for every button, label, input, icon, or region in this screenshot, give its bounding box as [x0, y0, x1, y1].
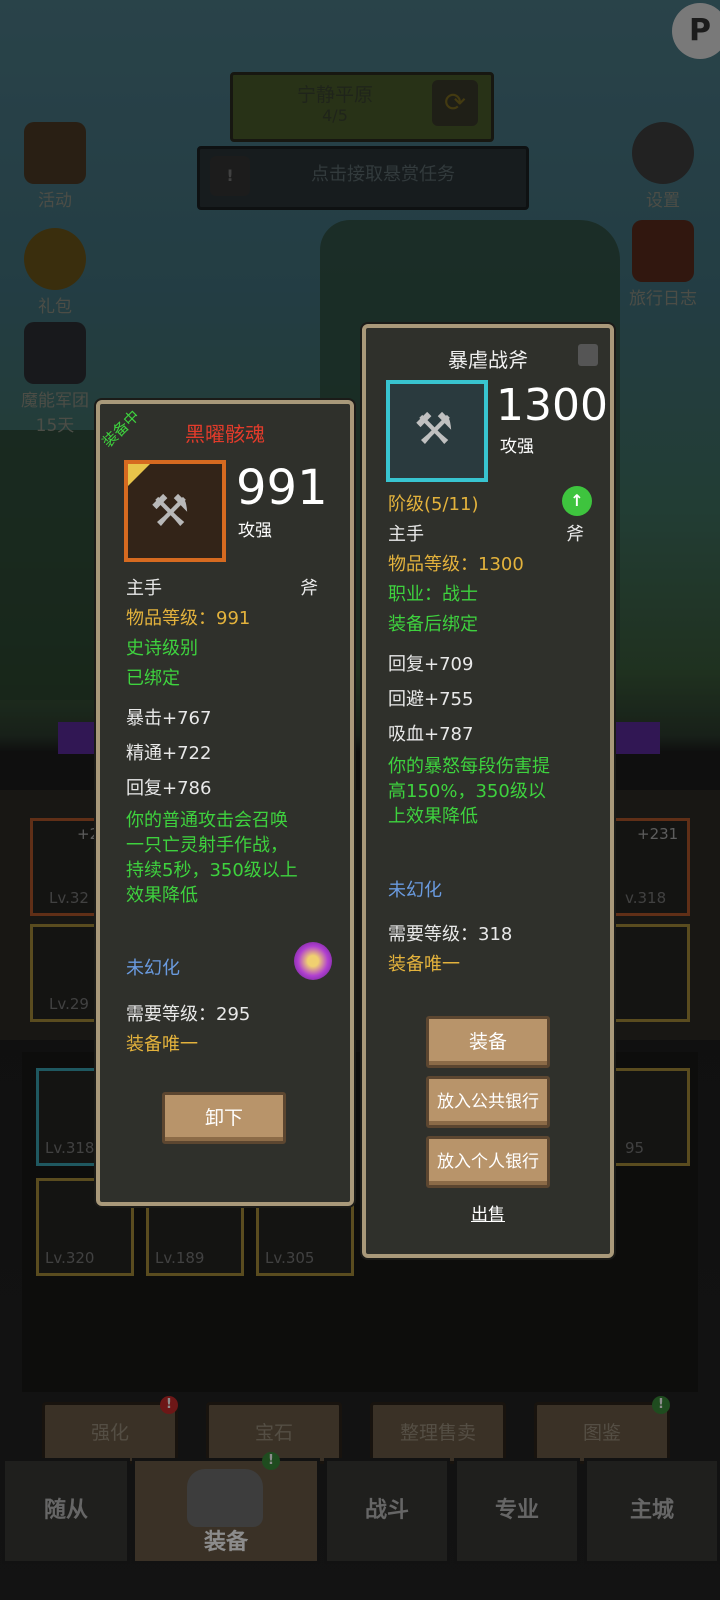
item-icon-frame: ⚒ — [386, 380, 488, 482]
public-bank-button[interactable]: 放入公共银行 — [426, 1076, 550, 1128]
item-type: 斧 — [300, 578, 318, 599]
new-item-panel: 暴虐战斧 ⚒ 1300 攻强 阶级(5/11) ↑ 主手 斧 物品等级：1300… — [362, 324, 614, 1258]
axe-icon: ⚒ — [414, 404, 454, 455]
stat-line: 精通+722 — [126, 743, 212, 764]
unique-note: 装备唯一 — [126, 1034, 198, 1055]
transmog-status: 未幻化 — [126, 958, 180, 979]
sell-link[interactable]: 出售 — [366, 1200, 610, 1225]
item-bound: 已绑定 — [126, 668, 180, 689]
stat-line: 回复+786 — [126, 778, 212, 799]
item-icon-frame: ⚒ — [124, 460, 226, 562]
item-power-label: 攻强 — [500, 437, 534, 457]
stat-line: 暴击+767 — [126, 708, 212, 729]
required-level: 需要等级：318 — [388, 924, 513, 945]
item-type: 斧 — [566, 524, 584, 545]
item-level: 物品等级：991 — [126, 608, 251, 629]
item-rarity: 史诗级别 — [126, 638, 198, 659]
item-effect: 你的暴怒每段伤害提高150%，350级以上效果降低 — [388, 756, 550, 827]
item-power: 991 — [236, 460, 328, 516]
unique-note: 装备唯一 — [388, 954, 460, 975]
equipped-item-panel: 装备中 黑曜骸魂 ⚒ 991 攻强 主手 斧 物品等级：991 史诗级别 已绑定… — [96, 400, 354, 1206]
item-bind: 装备后绑定 — [388, 614, 478, 635]
item-power: 1300 — [496, 380, 608, 431]
item-level: 物品等级：1300 — [388, 554, 524, 575]
item-slot: 主手 — [388, 524, 424, 545]
item-name: 黑曜骸魂 — [185, 422, 265, 446]
upgrade-arrow-icon: ↑ — [562, 486, 592, 516]
transmog-orb-icon[interactable] — [294, 942, 332, 980]
corner-ornament — [128, 464, 150, 486]
item-slot: 主手 — [126, 578, 162, 599]
item-power-label: 攻强 — [238, 521, 272, 541]
unequip-button[interactable]: 卸下 — [162, 1092, 286, 1144]
item-class: 职业：战士 — [388, 584, 478, 605]
lock-icon[interactable] — [578, 344, 598, 366]
stat-line: 回复+709 — [388, 654, 474, 675]
required-level: 需要等级：295 — [126, 1004, 251, 1025]
equip-button[interactable]: 装备 — [426, 1016, 550, 1068]
stat-line: 吸血+787 — [388, 724, 474, 745]
axe-icon: ⚒ — [150, 486, 190, 537]
item-name: 暴虐战斧 — [448, 348, 528, 372]
item-effect: 你的普通攻击会召唤一只亡灵射手作战，持续5秒，350级以上效果降低 — [126, 810, 298, 906]
personal-bank-button[interactable]: 放入个人银行 — [426, 1136, 550, 1188]
transmog-status: 未幻化 — [388, 880, 442, 901]
item-tier: 阶级(5/11) — [388, 494, 479, 515]
stat-line: 回避+755 — [388, 689, 474, 710]
